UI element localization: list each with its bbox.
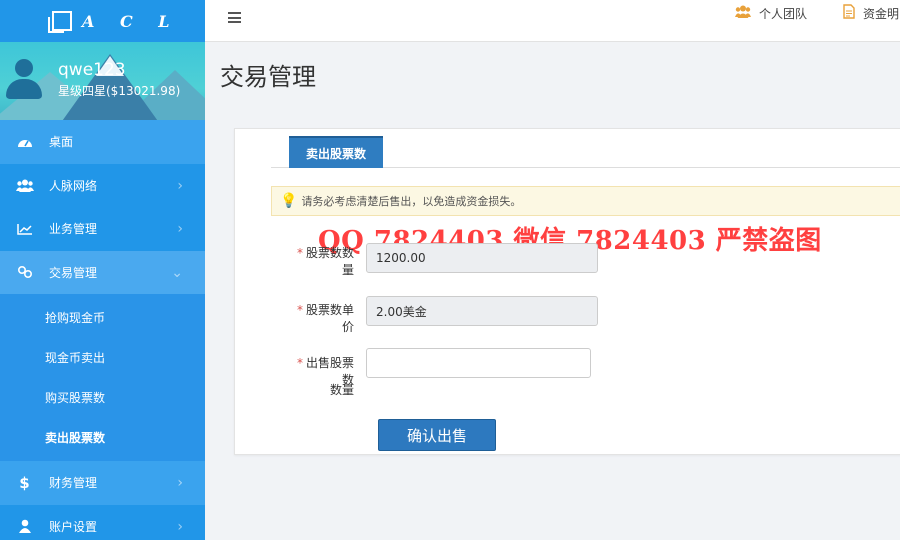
- warning-notice: 💡 请务必考虑清楚后售出，以免造成资金损失。: [271, 186, 900, 216]
- warning-text: 请务必考虑清楚后售出，以免造成资金损失。: [301, 195, 522, 208]
- chevron-down-icon: ⌄: [171, 264, 183, 281]
- logo-text: A C L: [82, 11, 180, 31]
- tab-bar: 卖出股票数: [271, 136, 900, 168]
- chart-line-icon: [0, 223, 49, 235]
- required-mark: *: [296, 356, 303, 370]
- submenu-item-buy-cash[interactable]: 抢购现金币: [0, 297, 205, 337]
- submenu-item-sell-cash[interactable]: 现金币卖出: [0, 337, 205, 377]
- stock-quantity-row: * 股票数数量: [288, 244, 354, 278]
- sidebar-item-label: 交易管理: [49, 265, 98, 280]
- submenu-item-label: 购买股票数: [45, 390, 106, 405]
- stock-quantity-label: * 股票数数量: [288, 244, 354, 278]
- submenu-item-label: 卖出股票数: [45, 430, 106, 445]
- stock-price-label: * 股票数单价: [286, 301, 354, 335]
- label-text: 股票数单价: [305, 303, 354, 334]
- sell-form-card: 卖出股票数 💡 请务必考虑清楚后售出，以免造成资金损失。: [234, 128, 900, 455]
- personal-team-label: 个人团队: [759, 6, 808, 21]
- sidebar-item-label: 人脉网络: [49, 178, 98, 193]
- avatar-body: [6, 79, 42, 99]
- sidebar-item-account[interactable]: 账户设置 ›: [0, 505, 205, 540]
- stock-quantity-value: 1200.00: [376, 251, 426, 265]
- users-icon: [0, 179, 49, 192]
- funds-detail-link[interactable]: 资金明: [843, 4, 899, 23]
- user-icon: [0, 519, 49, 534]
- sidebar-item-trade[interactable]: 交易管理 ⌄: [0, 250, 205, 294]
- sidebar-item-desktop[interactable]: 桌面: [0, 120, 205, 164]
- team-icon: [735, 4, 751, 22]
- trade-submenu: 抢购现金币 现金币卖出 购买股票数 卖出股票数: [0, 294, 205, 461]
- sidebar-item-network[interactable]: 人脉网络 ›: [0, 164, 205, 208]
- submenu-item-label: 现金币卖出: [45, 350, 106, 365]
- stock-quantity-field: 1200.00: [366, 243, 598, 273]
- link-icon: [0, 265, 49, 279]
- sidebar: A C L qwe123 星级四星($13021.98) 桌面 人脉网络 › 业…: [0, 0, 205, 540]
- chevron-right-icon: ›: [177, 518, 183, 535]
- dollar-icon: $: [19, 473, 30, 492]
- stock-price-value: 2.00美金: [376, 304, 427, 319]
- funds-detail-label: 资金明: [863, 7, 900, 21]
- chevron-right-icon: ›: [177, 221, 183, 237]
- logo[interactable]: A C L: [0, 0, 205, 42]
- sidebar-item-label: 账户设置: [49, 519, 98, 534]
- user-level: 星级四星($13021.98): [58, 84, 181, 98]
- avatar-head: [15, 59, 33, 77]
- user-name: qwe123: [58, 60, 126, 80]
- sell-quantity-input[interactable]: [376, 356, 581, 370]
- personal-team-link[interactable]: 个人团队: [735, 4, 807, 22]
- sidebar-menu: 桌面 人脉网络 › 业务管理 › 交易管理 ⌄ 抢购现金币 现金币卖出 购买股票…: [0, 120, 205, 540]
- stock-price-field: 2.00美金: [366, 296, 598, 326]
- sell-quantity-input-wrap[interactable]: [366, 348, 591, 378]
- sidebar-item-label: 财务管理: [49, 476, 98, 491]
- required-mark: *: [296, 303, 303, 317]
- sidebar-item-label: 业务管理: [49, 222, 98, 237]
- top-bar: 个人团队 资金明: [205, 0, 900, 42]
- label-text: 股票数数量: [305, 246, 354, 277]
- stock-price-row: * 股票数单价: [286, 301, 354, 335]
- menu-toggle-icon[interactable]: [228, 12, 241, 23]
- submenu-item-sell-stock[interactable]: 卖出股票数: [0, 417, 205, 457]
- tab-sell-stock[interactable]: 卖出股票数: [289, 136, 383, 168]
- logo-icon: [48, 11, 72, 33]
- page-title: 交易管理: [220, 63, 316, 91]
- avatar[interactable]: [6, 59, 42, 103]
- document-icon: [843, 4, 855, 23]
- submenu-item-label: 抢购现金币: [45, 310, 106, 325]
- confirm-sell-button[interactable]: 确认出售: [378, 419, 496, 451]
- sidebar-item-business[interactable]: 业务管理 ›: [0, 207, 205, 251]
- user-panel: qwe123 星级四星($13021.98): [0, 42, 205, 120]
- chevron-right-icon: ›: [177, 177, 183, 194]
- required-mark: *: [296, 246, 303, 260]
- submenu-item-buy-stock[interactable]: 购买股票数: [0, 377, 205, 417]
- chevron-right-icon: ›: [177, 475, 183, 491]
- sidebar-item-finance[interactable]: $ 财务管理 ›: [0, 461, 205, 505]
- dashboard-icon: [0, 136, 49, 148]
- sell-quantity-label-line2: 数量: [329, 383, 354, 397]
- sidebar-item-label: 桌面: [49, 135, 74, 150]
- lightbulb-icon: 💡: [280, 193, 298, 209]
